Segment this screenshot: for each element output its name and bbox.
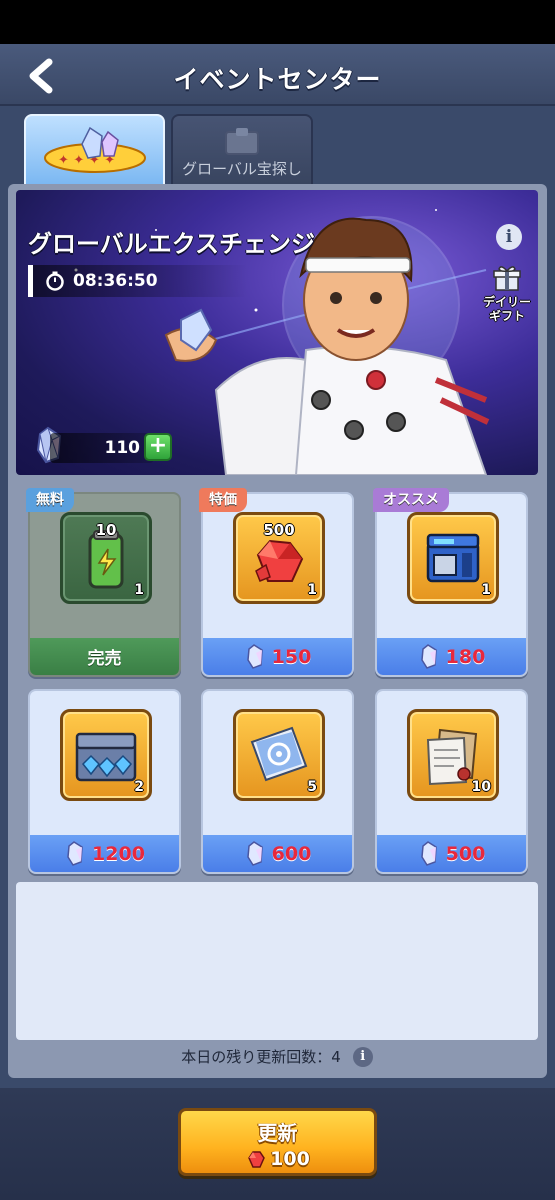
sold-out-bar: 完売 (30, 638, 179, 675)
tab-global-treasure-hunt[interactable]: グローバル宝探し (171, 114, 313, 186)
crystal-currency-icon (420, 643, 437, 669)
event-timer: 08:36:50 (28, 265, 248, 297)
item-icon-box: 5 (233, 709, 325, 801)
shop-item-card[interactable]: 5 600 (201, 689, 354, 874)
price-value: 600 (271, 842, 312, 865)
item-count: 5 (307, 779, 317, 795)
price-bar[interactable]: 150 (203, 638, 352, 675)
item-count: 2 (134, 779, 144, 795)
item-amount: 500 (263, 521, 295, 539)
red-gem-icon (248, 1151, 266, 1168)
price-bar[interactable]: 180 (377, 638, 526, 675)
page-title: イベントセンター (173, 65, 382, 94)
crystal-currency-icon (420, 840, 437, 866)
item-count: 10 (471, 779, 491, 795)
daily-gift-label-1: デイリー (482, 295, 531, 309)
refresh-count-text: 本日の残り更新回数：4 (181, 1048, 341, 1066)
price-value: 1200 (92, 842, 145, 865)
crystal-currency-icon (67, 840, 83, 866)
refresh-cost-value: 100 (270, 1148, 310, 1170)
item-amount: 10 (95, 521, 117, 539)
sold-out-label: 完売 (87, 649, 122, 669)
item-count: 1 (481, 582, 491, 598)
treasure-box-icon (225, 128, 259, 155)
price-bar[interactable]: 500 (377, 835, 526, 872)
daily-gift-button[interactable]: デイリー ギフト (482, 264, 532, 323)
status-bar (0, 0, 555, 44)
refresh-info-button[interactable]: i (352, 1046, 373, 1067)
price-value: 180 (445, 645, 486, 668)
refresh-button-label: 更新 (257, 1121, 298, 1145)
daily-gift-label-2: ギフト (488, 309, 525, 323)
shop-item-card[interactable]: 特価 500 1 150 (199, 488, 354, 677)
event-title: グローバルエクスチェンジ (28, 230, 316, 258)
refresh-button[interactable]: 更新 100 (178, 1108, 377, 1176)
item-icon-box: 1 (407, 512, 499, 604)
item-icon-box: 500 1 (233, 512, 325, 604)
event-info-button[interactable]: i (496, 224, 522, 250)
title-bar: イベントセンター (0, 44, 555, 106)
shop-item-card[interactable]: 10 500 (375, 689, 528, 874)
crystal-currency-icon (246, 643, 263, 669)
tab-global-exchange[interactable]: ✦ ✦ ✦ ✦ (24, 114, 165, 194)
shop-item-card[interactable]: 無料 10 1 完売 (26, 488, 181, 677)
exchange-event-logo-icon: ✦ ✦ ✦ ✦ (43, 126, 146, 173)
tab-label: グローバル宝探し (182, 159, 302, 178)
item-icon-box: 10 1 (60, 512, 152, 604)
event-banner: グローバルエクスチェンジ 08:36:50 i デイリー ギフト 110 + (16, 190, 538, 475)
tag-recommended: オススメ (373, 488, 449, 512)
crystal-currency-icon (246, 840, 263, 866)
price-value: 150 (271, 645, 312, 668)
price-bar[interactable]: 600 (203, 835, 352, 872)
tag-free: 無料 (26, 488, 74, 512)
price-bar[interactable]: 1200 (30, 835, 179, 872)
tab-bar: ✦ ✦ ✦ ✦ グローバル宝探し (0, 106, 555, 194)
refresh-info: 本日の残り更新回数：4 i (16, 1046, 538, 1067)
shop-item-card[interactable]: オススメ 1 180 (373, 488, 528, 677)
timer-text: 08:36:50 (73, 271, 158, 291)
add-currency-button[interactable]: + (144, 433, 172, 461)
tag-sale: 特価 (199, 488, 247, 512)
currency-display: 110 (50, 433, 154, 463)
gift-icon (493, 266, 521, 291)
price-value: 500 (445, 842, 486, 865)
stopwatch-icon (46, 271, 64, 291)
item-icon-box: 10 (407, 709, 499, 801)
empty-shop-area (16, 882, 538, 1040)
shop-item-card[interactable]: 2 1200 (28, 689, 181, 874)
refresh-cost: 100 (181, 1148, 374, 1170)
item-count: 1 (134, 582, 144, 598)
item-icon-box: 2 (60, 709, 152, 801)
currency-amount: 110 (104, 438, 141, 458)
item-count: 1 (307, 582, 317, 598)
